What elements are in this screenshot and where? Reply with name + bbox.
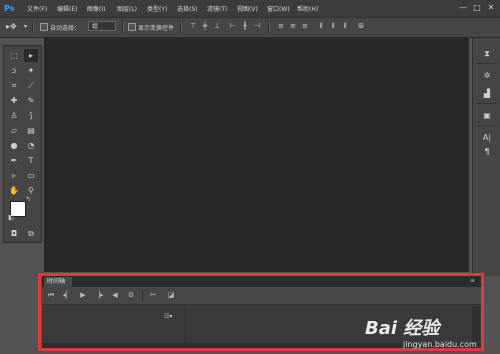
align-center-icon[interactable]: ╫ bbox=[240, 21, 250, 31]
menu-window[interactable]: 窗口(W) bbox=[267, 4, 290, 13]
histogram-panel-icon[interactable]: ▟ bbox=[482, 88, 492, 99]
separator bbox=[32, 21, 34, 33]
auto-select-checkbox[interactable] bbox=[40, 23, 48, 31]
menu-layer[interactable]: 图层(L) bbox=[117, 4, 137, 13]
chevron-down-icon[interactable]: ▾ bbox=[24, 23, 27, 30]
distribute-left-icon[interactable]: ⦀ bbox=[316, 21, 326, 31]
gradient-icon[interactable]: ▤ bbox=[24, 124, 38, 137]
photoshop-logo: Ps bbox=[4, 4, 15, 13]
menu-file[interactable]: 文件(F) bbox=[27, 4, 47, 13]
magic-wand-icon[interactable]: ✦ bbox=[24, 64, 38, 77]
screen-mode-icon[interactable]: ⧉ bbox=[24, 227, 38, 240]
distribute-top-icon[interactable]: ≡ bbox=[276, 21, 286, 31]
tools-panel: ⬚ ▸ ↄ ✦ ⌗ ⟋ ✚ ✎ ♙ ⟆ ▱ ▤ ● ◔ ✒ T ▹ ▭ ✋ ⚲ … bbox=[3, 45, 42, 243]
separator bbox=[268, 21, 270, 33]
swap-colors-icon[interactable]: ↰ bbox=[24, 196, 32, 204]
separator bbox=[122, 21, 124, 33]
menu-select[interactable]: 选择(S) bbox=[177, 4, 198, 13]
close-button[interactable]: ✕ bbox=[486, 3, 496, 13]
align-left-icon[interactable]: ⊢ bbox=[228, 21, 238, 31]
eraser-icon[interactable]: ▱ bbox=[7, 124, 21, 137]
distribute-center-icon[interactable]: ⦀ bbox=[328, 21, 338, 31]
distribute-middle-icon[interactable]: ≡ bbox=[288, 21, 298, 31]
show-transform-label: 显示变换控件 bbox=[138, 25, 175, 32]
rectangle-tool-icon[interactable]: ▭ bbox=[24, 169, 38, 182]
history-brush-icon[interactable]: ⟆ bbox=[24, 109, 38, 122]
history-panel-icon[interactable]: ⧗ bbox=[482, 48, 492, 59]
menu-view[interactable]: 视图(V) bbox=[237, 4, 258, 13]
quick-mask-icon[interactable]: ◘ bbox=[7, 227, 21, 240]
separator bbox=[477, 125, 497, 126]
properties-panel-icon[interactable]: ▣ bbox=[482, 110, 492, 121]
watermark-site: jingyan.baidu.com bbox=[403, 340, 477, 349]
distribute-right-icon[interactable]: ⦀ bbox=[340, 21, 350, 31]
align-bottom-icon[interactable]: ⊥ bbox=[212, 21, 222, 31]
show-transform-checkbox[interactable] bbox=[128, 23, 136, 31]
path-selection-icon[interactable]: ▹ bbox=[7, 169, 21, 182]
paragraph-panel-icon[interactable]: ¶ bbox=[482, 146, 492, 157]
adjustments-panel-icon[interactable]: ✲ bbox=[482, 70, 492, 81]
watermark-brand: Bai 经验 bbox=[365, 318, 440, 339]
separator bbox=[180, 21, 182, 33]
healing-brush-icon[interactable]: ✚ bbox=[7, 94, 21, 107]
menu-type[interactable]: 类型(Y) bbox=[147, 4, 167, 13]
move-tool-icon[interactable]: ▸ bbox=[24, 49, 38, 62]
menu-filter[interactable]: 滤镜(T) bbox=[207, 4, 227, 13]
pen-tool-icon[interactable]: ✒ bbox=[7, 154, 21, 167]
options-bar: ▸✥ ▾ 自动选择： 组 显示变换控件 ⊤ ╪ ⊥ ⊢ ╫ ⊣ ≡ ≡ ≡ ⦀ … bbox=[0, 17, 500, 38]
maximize-button[interactable]: □ bbox=[472, 3, 482, 13]
auto-align-icon[interactable]: ⊞ bbox=[356, 21, 366, 31]
auto-select-label: 自动选择： bbox=[50, 25, 81, 32]
watermark: Bai 经验 jingyan.baidu.com bbox=[355, 314, 495, 352]
distribute-bottom-icon[interactable]: ≡ bbox=[300, 21, 310, 31]
separator bbox=[477, 103, 497, 104]
default-colors-icon[interactable]: ◧ bbox=[7, 214, 15, 222]
menu-help[interactable]: 帮助(H) bbox=[297, 4, 318, 13]
lasso-tool-icon[interactable]: ↄ bbox=[7, 64, 21, 77]
menu-bar: Ps 文件(F) 编辑(E) 图像(I) 图层(L) 类型(Y) 选择(S) 滤… bbox=[0, 0, 500, 17]
marquee-tool-icon[interactable]: ⬚ bbox=[7, 49, 21, 62]
eyedropper-icon[interactable]: ⟋ bbox=[24, 79, 38, 92]
character-panel-icon[interactable]: A| bbox=[482, 132, 492, 143]
hand-tool-icon[interactable]: ✋ bbox=[7, 184, 21, 197]
blur-tool-icon[interactable]: ● bbox=[7, 139, 21, 152]
auto-select-dropdown[interactable]: 组 bbox=[88, 21, 116, 31]
align-top-icon[interactable]: ⊤ bbox=[188, 21, 198, 31]
menu-edit[interactable]: 编辑(E) bbox=[57, 4, 77, 13]
dodge-tool-icon[interactable]: ◔ bbox=[24, 139, 38, 152]
right-panel-dock: ⧗ ✲ ▟ ▣ A| ¶ bbox=[472, 38, 500, 276]
brush-tool-icon[interactable]: ✎ bbox=[24, 94, 38, 107]
separator bbox=[477, 63, 497, 64]
minimize-button[interactable]: — bbox=[458, 3, 468, 13]
align-right-icon[interactable]: ⊣ bbox=[252, 21, 262, 31]
move-tool-icon[interactable]: ▸✥ bbox=[6, 22, 17, 31]
document-canvas[interactable] bbox=[44, 38, 469, 272]
menu-image[interactable]: 图像(I) bbox=[87, 4, 105, 13]
align-middle-icon[interactable]: ╪ bbox=[200, 21, 210, 31]
crop-tool-icon[interactable]: ⌗ bbox=[7, 79, 21, 92]
clone-stamp-icon[interactable]: ♙ bbox=[7, 109, 21, 122]
type-tool-icon[interactable]: T bbox=[24, 154, 38, 167]
